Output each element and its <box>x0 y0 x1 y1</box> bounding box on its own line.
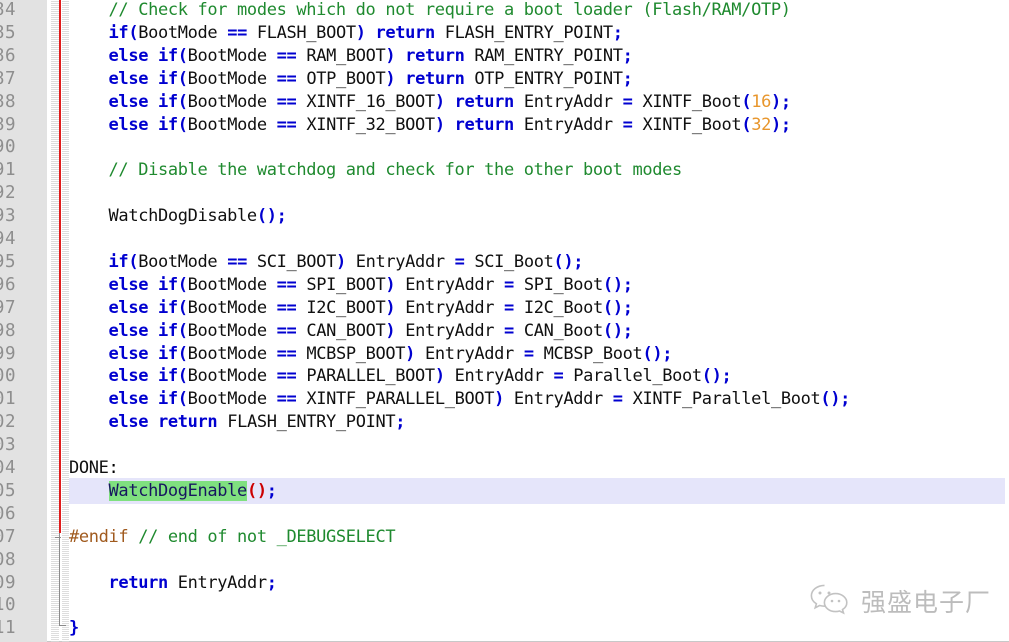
code-line[interactable]: WatchDogEnable(); <box>69 480 277 502</box>
code-line[interactable]: #endif // end of not _DEBUGSELECT <box>69 526 396 548</box>
code-line[interactable]: else if(BootMode == XINTF_PARALLEL_BOOT)… <box>69 388 851 410</box>
code-line[interactable]: else return FLASH_ENTRY_POINT; <box>69 411 406 433</box>
code-line[interactable]: } <box>69 617 79 639</box>
code-line[interactable]: // Disable the watchdog and check for th… <box>69 159 683 181</box>
code-content[interactable]: // Check for modes which do not require … <box>0 0 1009 642</box>
code-line[interactable]: else if(BootMode == PARALLEL_BOOT) Entry… <box>69 365 732 387</box>
code-line[interactable]: if(BootMode == SCI_BOOT) EntryAddr = SCI… <box>69 251 584 273</box>
wechat-icon <box>808 582 852 620</box>
code-line[interactable]: else if(BootMode == XINTF_32_BOOT) retur… <box>69 114 792 136</box>
watermark: 强盛电子厂 <box>808 582 991 620</box>
code-editor[interactable]: 1841851861871881891901911921931941951961… <box>0 0 1009 642</box>
code-line[interactable]: else if(BootMode == XINTF_16_BOOT) retur… <box>69 91 792 113</box>
code-line[interactable]: else if(BootMode == I2C_BOOT) EntryAddr … <box>69 297 633 319</box>
code-line[interactable]: else if(BootMode == RAM_BOOT) return RAM… <box>69 45 633 67</box>
code-line[interactable]: else if(BootMode == OTP_BOOT) return OTP… <box>69 68 633 90</box>
code-line[interactable]: DONE: <box>69 457 119 479</box>
code-line[interactable]: if(BootMode == FLASH_BOOT) return FLASH_… <box>69 22 623 44</box>
code-line[interactable]: // Check for modes which do not require … <box>69 0 791 21</box>
code-line[interactable]: else if(BootMode == SPI_BOOT) EntryAddr … <box>69 274 633 296</box>
code-line[interactable]: WatchDogDisable(); <box>69 205 287 227</box>
watermark-text: 强盛电子厂 <box>860 588 991 617</box>
code-line[interactable]: else if(BootMode == CAN_BOOT) EntryAddr … <box>69 320 633 342</box>
code-line[interactable]: return EntryAddr; <box>69 572 277 594</box>
code-line[interactable]: else if(BootMode == MCBSP_BOOT) EntryAdd… <box>69 343 673 365</box>
